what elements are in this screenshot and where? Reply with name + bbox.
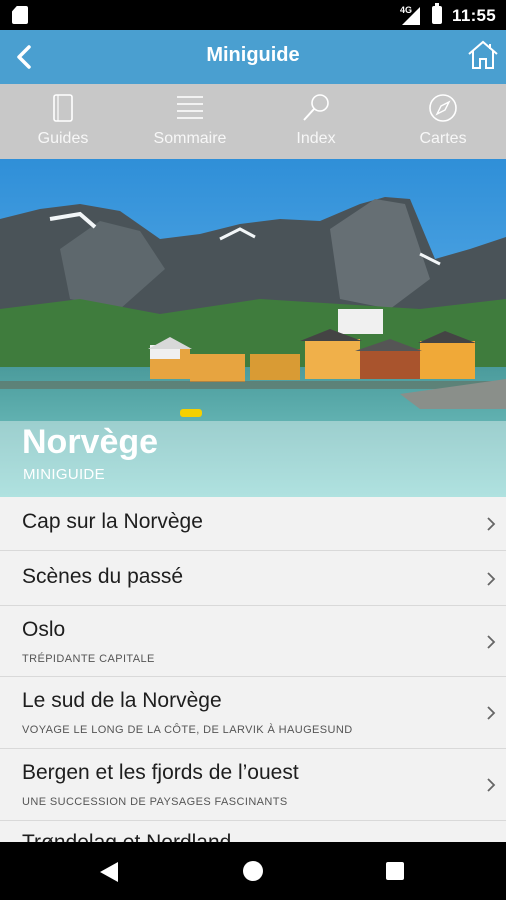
list-item[interactable]: Scènes du passé	[0, 551, 506, 606]
tab-index[interactable]: Index	[253, 84, 379, 159]
compass-icon	[429, 94, 457, 122]
network-type: 4G	[400, 5, 413, 15]
destination-title: Norvège	[22, 423, 159, 461]
home-icon[interactable]	[466, 38, 500, 72]
tab-cartes[interactable]: Cartes	[380, 84, 506, 159]
page-title: Miniguide	[206, 44, 300, 66]
chapter-subtitle: UNE SUCCESSION DE PAYSAGES FASCINANTS	[22, 796, 288, 808]
guide-type-label: MINIGUIDE	[23, 466, 105, 483]
nav-back-icon[interactable]	[100, 862, 118, 882]
chapter-title: Bergen et les fjords de l’ouest	[22, 761, 299, 784]
list-item[interactable]: Bergen et les fjords de l’ouest UNE SUCC…	[0, 749, 506, 821]
chapter-title: Oslo	[22, 618, 66, 641]
nav-recents-icon[interactable]	[386, 862, 404, 880]
chapter-title: Cap sur la Norvège	[22, 510, 203, 533]
status-bar: 4G 11:55	[0, 0, 506, 30]
nav-home-icon[interactable]	[243, 861, 263, 881]
list-item[interactable]: Trøndelag et Nordland	[0, 821, 506, 842]
list-item[interactable]: Le sud de la Norvège VOYAGE LE LONG DE L…	[0, 677, 506, 749]
battery-icon	[432, 3, 442, 24]
chevron-right-icon	[487, 778, 496, 792]
chapter-subtitle: TRÉPIDANTE CAPITALE	[22, 653, 155, 665]
list-item[interactable]: Oslo TRÉPIDANTE CAPITALE	[0, 606, 506, 677]
clock: 11:55	[452, 6, 497, 25]
system-nav-bar	[0, 842, 506, 900]
chapter-title: Le sud de la Norvège	[22, 689, 222, 712]
chapter-subtitle: VOYAGE LE LONG DE LA CÔTE, DE LARVIK À H…	[22, 724, 353, 736]
list-item[interactable]: Cap sur la Norvège	[0, 497, 506, 551]
list-icon	[177, 96, 203, 119]
app-bar: Miniguide	[0, 30, 506, 84]
chevron-right-icon	[487, 706, 496, 720]
hero-banner[interactable]: Norvège MINIGUIDE	[0, 159, 506, 497]
chevron-right-icon	[487, 635, 496, 649]
chevron-right-icon	[487, 572, 496, 586]
sd-card-icon	[12, 6, 28, 24]
tab-sommaire[interactable]: Sommaire	[127, 84, 253, 159]
book-icon	[53, 94, 73, 122]
magnifier-icon	[303, 94, 329, 121]
tab-bar: Guides Sommaire Index Cartes	[0, 84, 506, 159]
tab-label: Guides	[37, 130, 89, 147]
chapter-title: Trøndelag et Nordland	[22, 831, 231, 842]
chapter-title: Scènes du passé	[22, 565, 184, 588]
tab-label: Index	[296, 130, 336, 147]
chapter-list: Cap sur la Norvège Scènes du passé Oslo …	[0, 497, 506, 842]
tab-guides[interactable]: Guides	[0, 84, 126, 159]
tab-label: Cartes	[419, 130, 467, 147]
tab-label: Sommaire	[153, 130, 227, 147]
chevron-right-icon	[487, 517, 496, 531]
